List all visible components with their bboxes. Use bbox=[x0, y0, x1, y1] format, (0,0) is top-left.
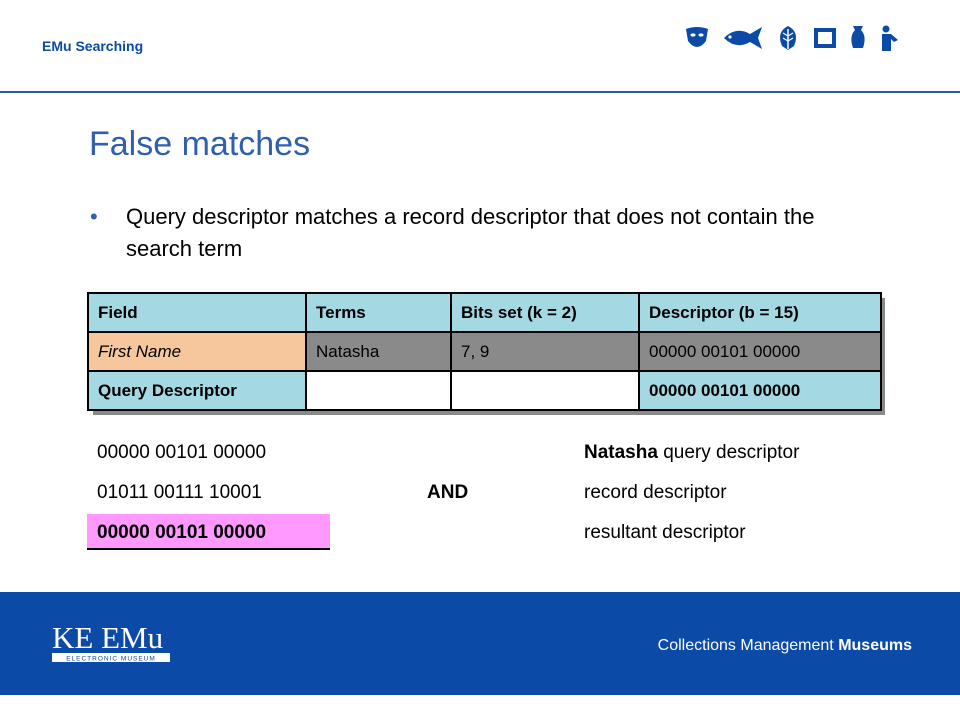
tagline-plain: Collections Management bbox=[657, 637, 839, 654]
calc-row-query: 00000 00101 00000 Natasha query descript… bbox=[87, 434, 867, 474]
fish-icon bbox=[724, 27, 762, 49]
header-title: EMu Searching bbox=[42, 38, 144, 54]
table-header-row: Field Terms Bits set (k = 2) Descriptor … bbox=[87, 292, 882, 333]
mask-icon bbox=[686, 27, 708, 47]
calc-description: Natasha query descriptor bbox=[584, 434, 799, 472]
calc-row-record: 01011 00111 10001 AND record descriptor bbox=[87, 474, 867, 514]
vase-icon bbox=[851, 26, 865, 48]
calc-description-term: Natasha bbox=[584, 442, 658, 463]
calc-row-result: 00000 00101 00000 resultant descriptor bbox=[87, 514, 867, 554]
cell-bits-set: 7, 9 bbox=[450, 331, 640, 372]
cell-bits-set bbox=[450, 370, 640, 411]
cell-field: Query Descriptor bbox=[87, 370, 307, 411]
header-bits-set: Bits set (k = 2) bbox=[450, 292, 640, 333]
logo-text: KE EMu bbox=[52, 620, 163, 655]
leaf-icon bbox=[780, 26, 796, 50]
header-field: Field bbox=[87, 292, 307, 333]
header-divider bbox=[0, 91, 960, 93]
header-icon-strip bbox=[684, 24, 902, 52]
table-row-query: Query Descriptor 00000 00101 00000 bbox=[87, 370, 882, 411]
cell-field: First Name bbox=[87, 331, 307, 372]
calc-bits: 00000 00101 00000 bbox=[97, 442, 267, 463]
descriptor-table: Field Terms Bits set (k = 2) Descriptor … bbox=[87, 292, 882, 411]
calc-description: resultant descriptor bbox=[584, 522, 746, 543]
cell-terms: Natasha bbox=[305, 331, 452, 372]
calc-description-text: query descriptor bbox=[657, 442, 800, 463]
calc-description: record descriptor bbox=[584, 482, 727, 503]
tagline-bold: Museums bbox=[838, 637, 912, 654]
bullet-marker: • bbox=[90, 204, 98, 229]
calc-bits-highlighted: 00000 00101 00000 bbox=[87, 514, 330, 550]
footer-tagline: Collections Management Museums bbox=[658, 637, 912, 655]
calc-operator: AND bbox=[427, 482, 469, 503]
footer-bar: KE EMu ELECTRONIC MUSEUM Collections Man… bbox=[0, 592, 960, 695]
figure-icon bbox=[882, 25, 898, 51]
header-terms: Terms bbox=[305, 292, 452, 333]
frame-icon bbox=[814, 28, 836, 48]
cell-descriptor: 00000 00101 00000 bbox=[638, 370, 882, 411]
cell-descriptor: 00000 00101 00000 bbox=[638, 331, 882, 372]
table-row: First Name Natasha 7, 9 00000 00101 0000… bbox=[87, 331, 882, 372]
cell-terms bbox=[305, 370, 452, 411]
bullet-text: Query descriptor matches a record descri… bbox=[126, 204, 815, 261]
ke-emu-logo: KE EMu ELECTRONIC MUSEUM bbox=[52, 620, 170, 663]
slide-title: False matches bbox=[89, 125, 311, 163]
header-descriptor: Descriptor (b = 15) bbox=[638, 292, 882, 333]
calc-bits: 01011 00111 10001 bbox=[97, 482, 262, 503]
logo-subtext: ELECTRONIC MUSEUM bbox=[66, 656, 156, 663]
